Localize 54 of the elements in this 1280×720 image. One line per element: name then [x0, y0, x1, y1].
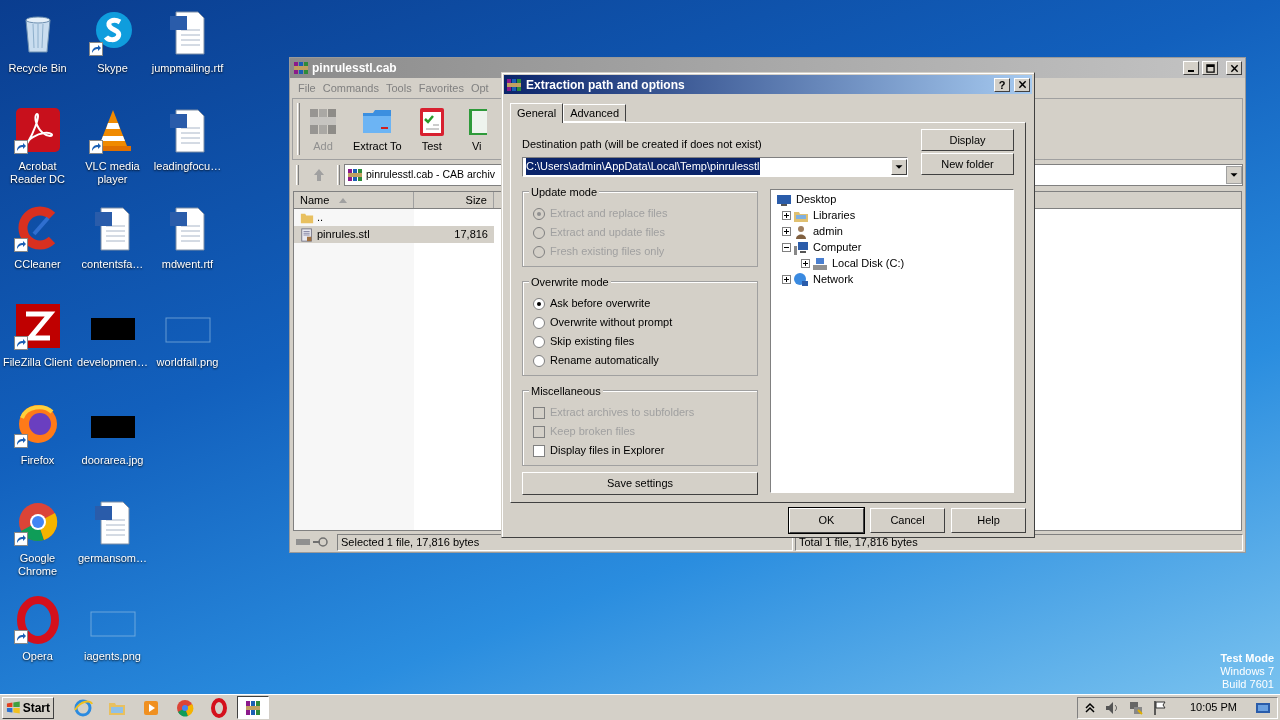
save-button[interactable]: Save settings: [522, 471, 758, 495]
icon-label[interactable]: worldfall.png: [150, 356, 225, 369]
dialog-button[interactable]: Cancel: [870, 508, 945, 533]
window-title: pinrulesstl.cab: [312, 60, 397, 77]
file-row[interactable]: pinrules.stl 17,816: [294, 226, 494, 243]
icon-label[interactable]: Firefox: [0, 454, 75, 467]
option-label[interactable]: Display files in Explorer: [550, 442, 665, 459]
icon-label[interactable]: Opera: [0, 650, 75, 663]
dialog-button[interactable]: Help: [951, 508, 1026, 533]
tree-item[interactable]: Local Disk (C:): [832, 255, 905, 272]
window-title: Extraction path and options: [526, 76, 685, 94]
icon-label[interactable]: doorarea.jpg: [75, 454, 150, 467]
path-field[interactable]: C:\Users\admin\AppData\Local\Temp\pinrulesstl: [522, 156, 908, 177]
toolbar-button[interactable]: Vi: [454, 105, 499, 153]
notice-text: Test Mode: [1220, 652, 1274, 665]
option-label[interactable]: Overwrite without prompt: [550, 314, 673, 331]
clock: 10:05 PM: [1189, 700, 1237, 716]
icon-label[interactable]: FileZilla Client: [0, 356, 75, 369]
column-header[interactable]: Name: [294, 192, 414, 208]
dialog-button[interactable]: OK: [789, 508, 864, 533]
notice-text: Build 7601: [1222, 678, 1274, 691]
tab[interactable]: Advanced: [563, 104, 627, 122]
field-label: Destination path (will be created if does not exist): [522, 137, 763, 152]
tree-item[interactable]: Libraries: [813, 207, 856, 224]
icon-label[interactable]: VLC media player: [75, 160, 150, 186]
notice-text: Windows 7: [1220, 665, 1274, 678]
icon-label[interactable]: CCleaner: [0, 258, 75, 271]
option-label[interactable]: Skip existing files: [550, 333, 635, 350]
dialog-button[interactable]: New folder: [921, 153, 1014, 175]
tree-item[interactable]: Network: [813, 271, 854, 288]
tree-item[interactable]: admin: [813, 223, 843, 240]
start-button[interactable]: Start: [2, 696, 54, 719]
icon-label[interactable]: iagents.png: [75, 650, 150, 663]
icon-label[interactable]: contentsfa…: [75, 258, 150, 271]
icon-label[interactable]: Skype: [75, 62, 150, 75]
option-label[interactable]: Ask before overwrite: [550, 295, 651, 312]
icon-label[interactable]: jumpmailing.rtf: [150, 62, 225, 75]
tree-item[interactable]: Desktop: [796, 191, 837, 208]
icon-label[interactable]: Google Chrome: [0, 552, 75, 578]
icon-label[interactable]: Recycle Bin: [0, 62, 75, 75]
icon-label[interactable]: developmen…: [75, 356, 150, 369]
icon-label[interactable]: germansom…: [75, 552, 150, 565]
option-label[interactable]: Rename automatically: [550, 352, 659, 369]
help-button[interactable]: ?: [994, 77, 1010, 92]
icon-label[interactable]: mdwent.rtf: [150, 258, 225, 271]
tab[interactable]: General: [510, 103, 564, 123]
icon-label[interactable]: leadingfocu…: [150, 160, 225, 173]
toolbar-button[interactable]: Test: [408, 105, 455, 153]
column-header[interactable]: Size: [414, 192, 494, 208]
dialog-button[interactable]: Display: [921, 129, 1014, 151]
file-row[interactable]: ..: [294, 209, 494, 226]
icon-label[interactable]: Acrobat Reader DC: [0, 160, 75, 186]
toolbar-button[interactable]: Extract To: [346, 105, 409, 153]
tree-item[interactable]: Computer: [813, 239, 862, 256]
